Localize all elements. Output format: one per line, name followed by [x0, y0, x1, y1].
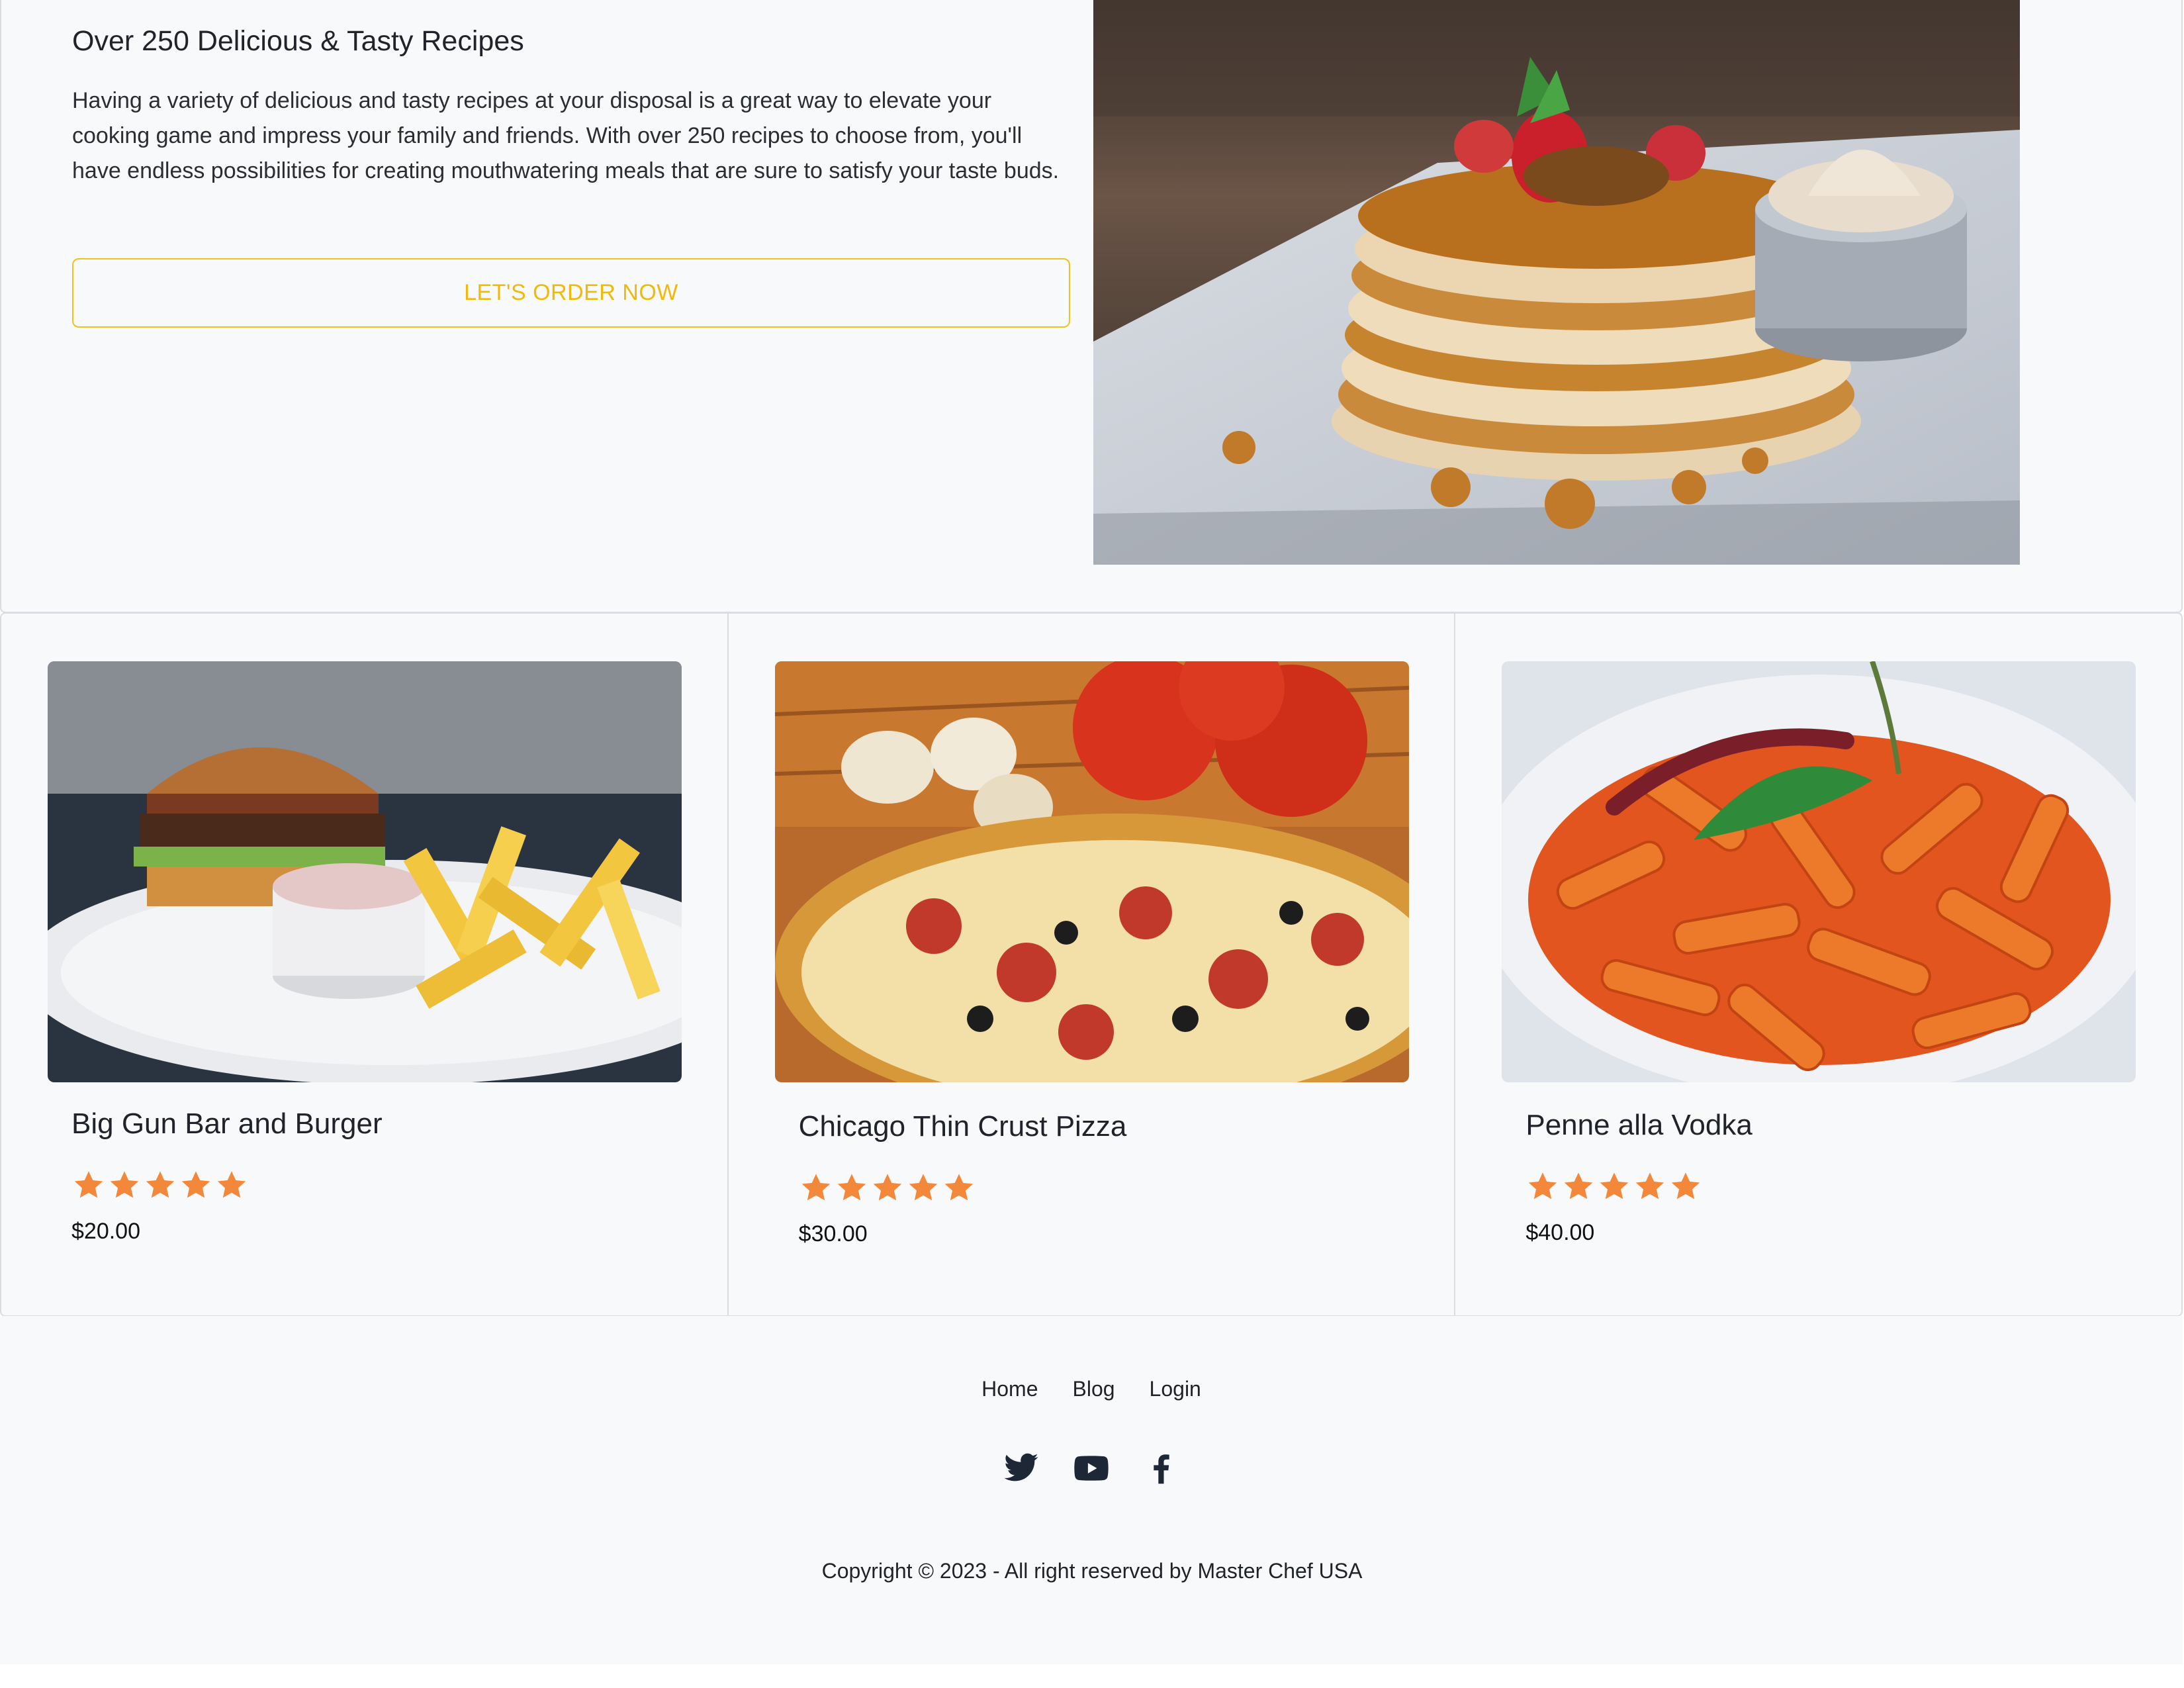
- product-title[interactable]: Big Gun Bar and Burger: [71, 1107, 383, 1141]
- pancakes-image: [1093, 0, 2020, 565]
- page: Over 250 Delicious & Tasty Recipes Havin…: [0, 0, 2184, 1688]
- star-icon: [1636, 1172, 1664, 1199]
- star-icon: [146, 1171, 175, 1198]
- product-price: $20.00: [71, 1219, 140, 1244]
- product-price: $30.00: [798, 1221, 868, 1246]
- footer-link-login[interactable]: Login: [1150, 1377, 1201, 1401]
- star-icon: [1672, 1172, 1700, 1199]
- star-icon: [1529, 1172, 1557, 1199]
- footer-link-home[interactable]: Home: [981, 1377, 1038, 1401]
- hero-title: Over 250 Delicious & Tasty Recipes: [72, 25, 524, 57]
- product-price: $40.00: [1525, 1220, 1595, 1245]
- footer-link-blog[interactable]: Blog: [1073, 1377, 1115, 1401]
- hero-description: Having a variety of delicious and tasty …: [72, 88, 1060, 183]
- star-icon: [837, 1174, 866, 1201]
- penne-image: [1502, 661, 2136, 1082]
- star-icon: [944, 1174, 973, 1201]
- product-title[interactable]: Penne alla Vodka: [1525, 1109, 1752, 1142]
- rating-stars: [799, 1171, 976, 1205]
- product-cards: Big Gun Bar and Burger $20.00 Chicago Th…: [0, 612, 2183, 1317]
- product-title[interactable]: Chicago Thin Crust Pizza: [799, 1110, 1127, 1143]
- star-icon: [1600, 1172, 1629, 1199]
- twitter-icon[interactable]: [1003, 1450, 1040, 1487]
- youtube-icon[interactable]: [1073, 1450, 1110, 1487]
- star-icon: [74, 1171, 103, 1198]
- product-card[interactable]: Penne alla Vodka $40.00: [1454, 614, 2181, 1315]
- rating-stars: [1525, 1170, 1703, 1204]
- facebook-icon[interactable]: [1143, 1450, 1180, 1487]
- star-icon: [909, 1174, 937, 1201]
- star-icon: [181, 1171, 210, 1198]
- footer: Home Blog Login: [0, 1316, 2183, 1664]
- product-card[interactable]: Big Gun Bar and Burger $20.00: [1, 614, 727, 1315]
- star-icon: [1565, 1172, 1593, 1199]
- footer-nav: Home Blog Login: [0, 1377, 2183, 1401]
- order-now-button[interactable]: LET'S ORDER NOW: [72, 258, 1070, 328]
- pizza-image: [774, 661, 1409, 1082]
- star-icon: [873, 1174, 901, 1201]
- rating-stars: [71, 1168, 249, 1203]
- star-icon: [217, 1171, 246, 1198]
- star-icon: [110, 1171, 139, 1198]
- burger-image: [48, 661, 682, 1082]
- product-card[interactable]: Chicago Thin Crust Pizza $30.00: [727, 614, 1455, 1315]
- hero-section: Over 250 Delicious & Tasty Recipes Havin…: [0, 0, 2183, 613]
- copyright-text: Copyright © 2023 - All right reserved by…: [821, 1559, 1363, 1583]
- star-icon: [801, 1174, 830, 1201]
- social-links: [0, 1450, 2183, 1487]
